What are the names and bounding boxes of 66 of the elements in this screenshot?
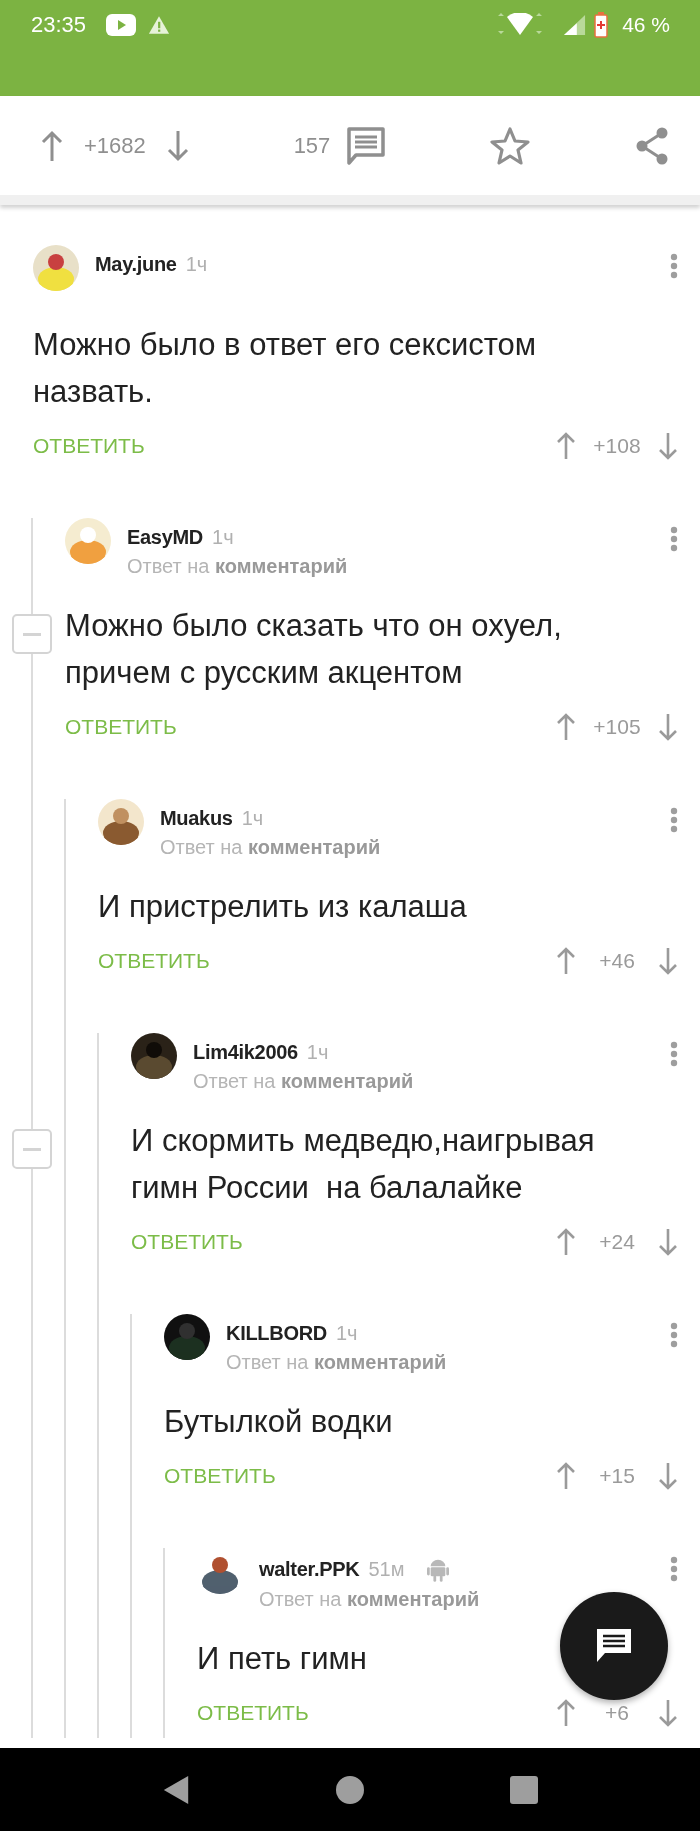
more-icon[interactable] (670, 1556, 678, 1582)
comment-text: Можно было в ответ его сексистом назвать. (33, 326, 538, 411)
comment-time: 1ч (306, 1041, 329, 1064)
collapse-button[interactable] (12, 1129, 52, 1169)
more-icon[interactable] (670, 1041, 678, 1067)
reply-to-text: Ответ на комментарий (193, 1070, 415, 1093)
downvote-icon[interactable] (658, 947, 678, 975)
upvote-icon[interactable] (556, 713, 576, 741)
status-time: 23:35 (31, 12, 87, 38)
reply-to-text: Ответ на комментарий (127, 555, 349, 578)
comment-time: 51м (368, 1557, 405, 1581)
upvote-icon[interactable] (556, 1699, 576, 1727)
downvote-icon[interactable] (658, 432, 678, 460)
upvote-icon[interactable] (556, 947, 576, 975)
comment-rating: +6 (604, 1701, 630, 1725)
more-icon[interactable] (670, 526, 678, 552)
battery-icon (594, 12, 609, 38)
video-app-icon (106, 14, 137, 36)
upvote-icon[interactable] (556, 432, 576, 460)
reply-to-text: Ответ на комментарий (226, 1351, 448, 1374)
signal-icon (564, 14, 587, 36)
author-name[interactable]: Muakus (160, 807, 233, 830)
collapse-button[interactable] (12, 614, 52, 654)
downvote-icon[interactable] (658, 1462, 678, 1490)
downvote-icon[interactable] (165, 129, 190, 162)
upvote-icon[interactable] (556, 1228, 576, 1256)
home-icon[interactable] (336, 1774, 364, 1805)
downvote-icon[interactable] (658, 713, 678, 741)
reply-to-text: Ответ на комментарий (160, 836, 382, 859)
back-icon[interactable] (162, 1774, 190, 1805)
comment-count: 157 (293, 132, 331, 159)
author-name[interactable]: KILLBORD (226, 1322, 327, 1345)
downvote-icon[interactable] (658, 1228, 678, 1256)
more-icon[interactable] (670, 253, 678, 279)
comment-time: 1ч (335, 1322, 358, 1345)
comment-rating: +15 (598, 1464, 636, 1488)
comment-text: Бутылкой водки (164, 1403, 394, 1441)
author-name[interactable]: EasyMD (127, 526, 203, 549)
comment-rating: +108 (592, 434, 642, 458)
upvote-icon[interactable] (40, 129, 64, 162)
comment-time: 1ч (212, 526, 234, 549)
upvote-icon[interactable] (556, 1462, 576, 1490)
battery-level: 46 % (622, 13, 670, 37)
recents-icon[interactable] (510, 1774, 538, 1805)
author-name[interactable]: walter.PPK (259, 1557, 360, 1581)
warning-icon (148, 15, 171, 35)
reply-to-text: Ответ на комментарий (259, 1588, 481, 1611)
author-name[interactable]: Lim4ik2006 (193, 1041, 298, 1064)
comment-time: 1ч (241, 807, 264, 830)
author-name[interactable]: May.june (95, 253, 177, 276)
comment-fab-button[interactable] (560, 1592, 668, 1700)
more-icon[interactable] (670, 1322, 678, 1348)
share-icon[interactable] (634, 125, 670, 166)
comment-text: И скормить медведю,наигрывая гимн России на балалайке (131, 1122, 596, 1207)
comment-text: И пристрелить из калаша (98, 888, 468, 926)
comment-time: 1ч (185, 253, 208, 276)
more-icon[interactable] (670, 807, 678, 833)
comment-icon[interactable] (346, 125, 387, 166)
comment-rating: +46 (598, 949, 636, 973)
comment-rating: +105 (592, 715, 642, 739)
comment-rating: +24 (598, 1230, 636, 1254)
star-icon[interactable] (490, 125, 531, 166)
comment-text: Можно было сказать что он охуел, причем с русским акцентом (65, 607, 563, 692)
post-rating: +1682 (84, 132, 146, 159)
downvote-icon[interactable] (658, 1699, 678, 1727)
comment-text: И петь гимн (197, 1640, 368, 1678)
